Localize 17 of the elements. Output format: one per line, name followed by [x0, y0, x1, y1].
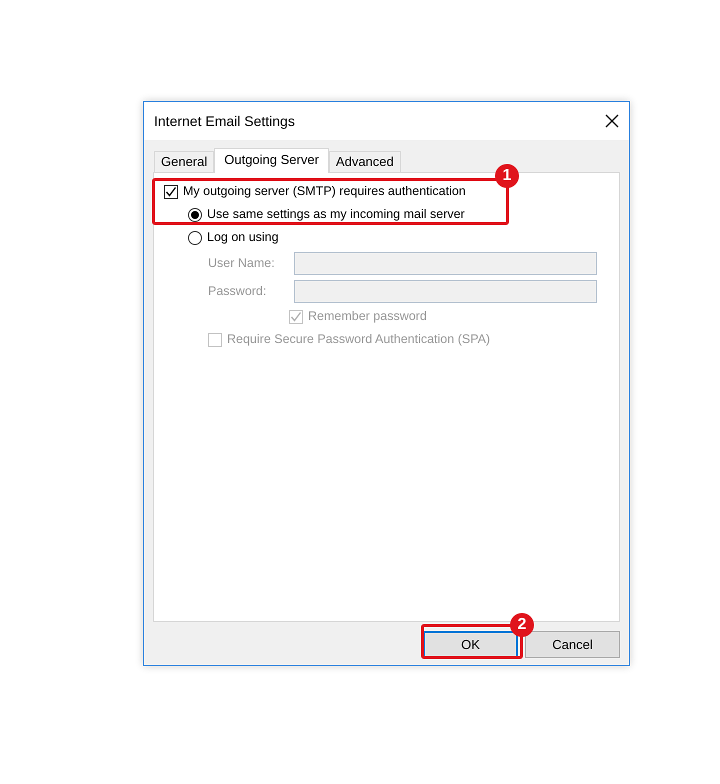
field-label: User Name:	[208, 254, 276, 272]
radio-button[interactable]	[188, 230, 202, 244]
tab[interactable]: General	[154, 151, 214, 172]
cancel-button[interactable]: Cancel	[525, 631, 620, 658]
window-title: Internet Email Settings	[154, 112, 295, 131]
checkbox-label: Remember password	[308, 308, 427, 326]
radio-label: Use same settings as my incoming mail server	[207, 206, 465, 224]
radio-label: Log on using	[207, 229, 279, 246]
tab[interactable]: Outgoing Server	[214, 148, 329, 173]
checkbox-label: My outgoing server (SMTP) requires authentication	[183, 183, 466, 200]
ok-button[interactable]: OK	[423, 631, 518, 658]
checkbox[interactable]	[164, 184, 178, 198]
checkbox-label: Require Secure Password Authentication (SPA)	[227, 331, 490, 348]
radio-button[interactable]	[188, 208, 202, 222]
close-icon[interactable]	[605, 114, 619, 128]
tab[interactable]: Advanced	[328, 151, 401, 172]
field-label: Password:	[208, 282, 268, 300]
